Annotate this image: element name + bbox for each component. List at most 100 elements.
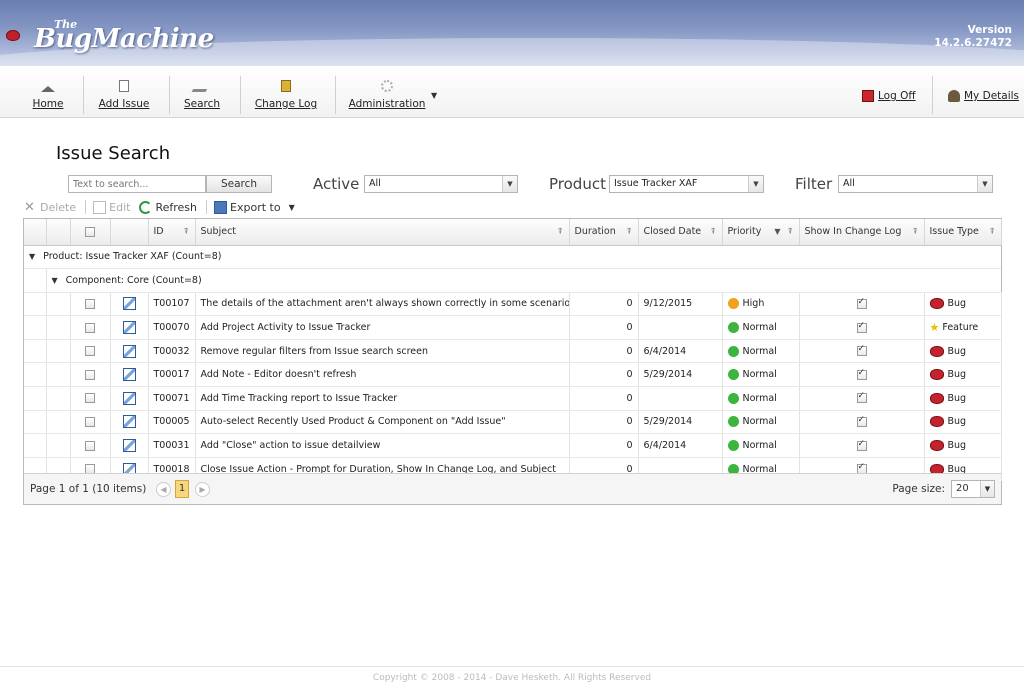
edit-icon[interactable] [122, 391, 136, 405]
row-edit-cell[interactable] [110, 433, 149, 458]
next-page-icon[interactable]: ▶ [195, 482, 210, 497]
row-edit-cell[interactable] [110, 315, 149, 340]
group-row-component[interactable]: ▼ Component: Core (Count=8) [24, 268, 1001, 293]
show-in-change-log-checkbox [856, 344, 867, 357]
cell-priority: Normal [722, 386, 800, 411]
cell-subject: Add Project Activity to Issue Tracker [195, 315, 570, 340]
product-combo[interactable]: Issue Tracker XAF ▼ [609, 175, 764, 193]
column-header-priority[interactable]: Priority ▼ ⍒ [722, 219, 800, 246]
filter-combo[interactable]: All ▼ [838, 175, 993, 193]
row-select-checkbox[interactable] [85, 322, 95, 333]
column-header-subject[interactable]: Subject ⍒ [195, 219, 570, 246]
table-row[interactable]: T00032 Remove regular filters from Issue … [24, 339, 1002, 364]
star-icon: ★ [929, 321, 940, 335]
collapse-icon[interactable]: ▼ [29, 252, 35, 261]
row-edit-cell[interactable] [110, 292, 149, 317]
row-select-cell[interactable] [70, 410, 111, 435]
issue-type-label: Bug [947, 298, 967, 310]
row-select-checkbox[interactable] [85, 298, 95, 309]
filter-pin-icon[interactable]: ⍒ [184, 227, 189, 237]
header-select-all[interactable] [70, 219, 111, 246]
table-row[interactable]: T00017 Add Note - Editor doesn't refresh 0… [24, 362, 1002, 388]
delete-button[interactable]: ✕ Delete [24, 201, 76, 214]
cell-issue-type: Bug [924, 292, 1002, 317]
nav-add-issue-label[interactable]: Add Issue [99, 98, 150, 110]
row-select-checkbox[interactable] [85, 369, 95, 380]
group-row-product[interactable]: ▼ Product: Issue Tracker XAF (Count=8) [24, 245, 1001, 270]
edit-icon[interactable] [122, 321, 136, 335]
column-header-closed-date[interactable]: Closed Date ⍒ [638, 219, 723, 246]
refresh-button[interactable]: Refresh [139, 200, 197, 214]
row-select-cell[interactable] [70, 386, 111, 411]
row-select-checkbox[interactable] [85, 393, 95, 404]
filter-pin-icon[interactable]: ⍒ [627, 227, 632, 237]
table-row[interactable]: T00071 Add Time Tracking report to Issue … [24, 386, 1002, 411]
edit-icon[interactable] [122, 439, 136, 453]
nav-search[interactable]: Search [182, 72, 222, 114]
filter-pin-icon[interactable]: ⍒ [558, 227, 563, 237]
table-row[interactable]: T00031 Add "Close" action to issue detail… [24, 433, 1002, 458]
row-indent [24, 433, 47, 458]
table-row[interactable]: T00005 Auto-select Recently Used Product … [24, 410, 1002, 435]
nav-log-off[interactable]: Log Off [862, 90, 916, 102]
page-1-button[interactable]: 1 [175, 480, 189, 498]
filter-pin-icon[interactable]: ⍒ [990, 227, 995, 237]
chevron-down-icon[interactable]: ▼ [977, 176, 992, 192]
column-header-issue-type[interactable]: Issue Type ⍒ [924, 219, 1002, 246]
export-dropdown-icon[interactable]: ▼ [289, 203, 295, 212]
row-select-cell[interactable] [70, 433, 111, 458]
active-combo[interactable]: All ▼ [364, 175, 518, 193]
row-edit-cell[interactable] [110, 386, 149, 411]
chevron-down-icon[interactable]: ▼ [502, 176, 517, 192]
nav-my-details-label[interactable]: My Details [964, 90, 1019, 102]
page-size-combo[interactable]: 20 ▼ [951, 480, 995, 498]
edit-button[interactable]: Edit [93, 200, 130, 214]
row-select-cell[interactable] [70, 315, 111, 340]
export-button[interactable]: Export to ▼ [214, 200, 295, 214]
issue-table: ID ⍒ Subject ⍒ Duration ⍒ Closed Date ⍒ Prio… [24, 219, 1002, 482]
row-edit-cell[interactable] [110, 410, 149, 435]
nav-administration[interactable]: Administration [348, 72, 426, 114]
search-input[interactable] [68, 175, 206, 193]
nav-change-log-label[interactable]: Change Log [255, 98, 317, 110]
table-row[interactable]: T00070 Add Project Activity to Issue Trac… [24, 315, 1002, 340]
nav-administration-label[interactable]: Administration [349, 98, 426, 110]
collapse-icon[interactable]: ▼ [52, 276, 58, 285]
nav-my-details[interactable]: My Details [948, 90, 1019, 102]
search-button[interactable]: Search [206, 175, 272, 193]
row-select-checkbox[interactable] [85, 416, 95, 427]
nav-search-label[interactable]: Search [184, 98, 220, 110]
chevron-down-icon[interactable]: ▼ [748, 176, 763, 192]
cell-priority: Normal [722, 410, 800, 435]
column-header-duration[interactable]: Duration ⍒ [569, 219, 639, 246]
prev-page-icon[interactable]: ◀ [156, 482, 171, 497]
column-header-id[interactable]: ID ⍒ [148, 219, 196, 246]
edit-icon[interactable] [122, 344, 136, 358]
nav-change-log[interactable]: Change Log [254, 72, 318, 114]
row-select-cell[interactable] [70, 292, 111, 317]
filter-pin-icon[interactable]: ⍒ [711, 227, 716, 237]
table-row[interactable]: T00107 The details of the attachment aren… [24, 292, 1002, 317]
row-select-cell[interactable] [70, 362, 111, 388]
chevron-down-icon[interactable]: ▼ [980, 481, 994, 497]
column-header-show-in-change-log[interactable]: Show In Change Log ⍒ [799, 219, 925, 246]
filter-pin-icon[interactable]: ⍒ [788, 227, 793, 237]
select-all-checkbox[interactable] [85, 226, 95, 237]
nav-log-off-label[interactable]: Log Off [878, 90, 916, 102]
cell-show-in-change-log [799, 292, 925, 317]
page-size-value: 20 [956, 483, 969, 494]
filter-pin-icon[interactable]: ⍒ [913, 227, 918, 237]
administration-dropdown-icon[interactable]: ▼ [431, 91, 437, 100]
row-edit-cell[interactable] [110, 339, 149, 364]
nav-add-issue[interactable]: Add Issue [96, 72, 152, 114]
nav-home[interactable]: Home [30, 72, 66, 114]
nav-home-label[interactable]: Home [32, 98, 63, 110]
edit-icon[interactable] [122, 297, 136, 311]
row-select-cell[interactable] [70, 339, 111, 364]
row-edit-cell[interactable] [110, 362, 149, 388]
cell-duration: 0 [569, 292, 639, 317]
edit-icon[interactable] [122, 368, 136, 382]
edit-icon[interactable] [122, 415, 136, 429]
row-select-checkbox[interactable] [85, 440, 95, 451]
row-select-checkbox[interactable] [85, 346, 95, 357]
